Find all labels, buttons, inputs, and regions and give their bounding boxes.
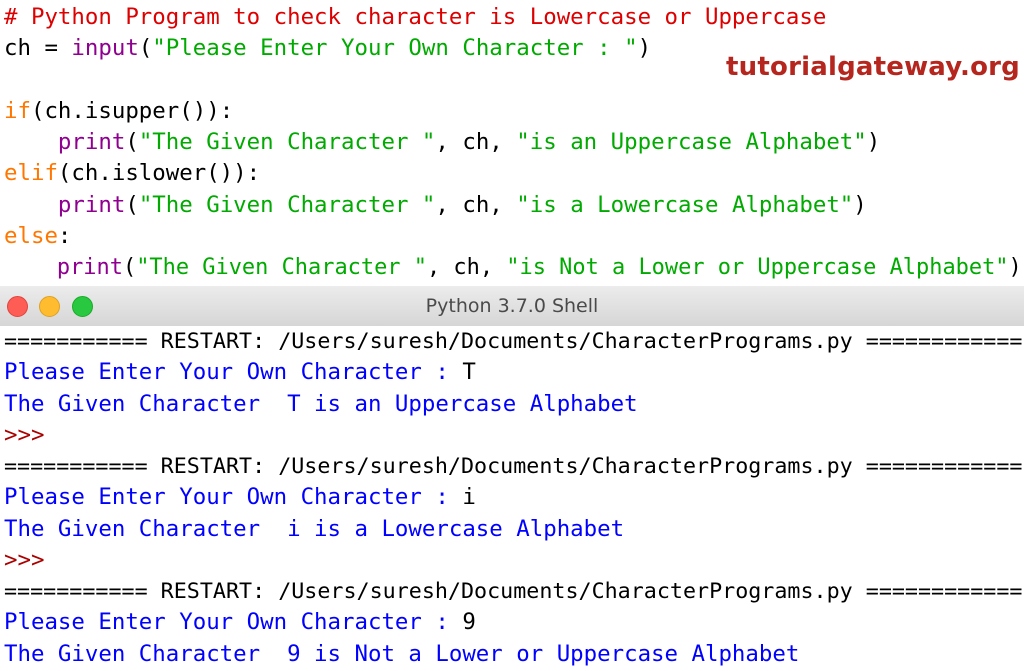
restart-banner: =========== RESTART: /Users/suresh/Docum… <box>4 579 1023 604</box>
output-line: The Given Character T is an Uppercase Al… <box>4 391 638 417</box>
input-prompt-line: Please Enter Your Own Character : 9 <box>4 607 476 638</box>
code-string: "Please Enter Your Own Character : " <box>152 35 638 61</box>
code-paren: ) <box>866 129 881 155</box>
output-line: The Given Character i is a Lowercase Alp… <box>4 516 625 542</box>
code-string: "is a Lowercase Alphabet" <box>516 192 854 218</box>
output-line: The Given Character 9 is Not a Lower or … <box>4 641 800 667</box>
code-line-else: else: <box>4 221 71 252</box>
code-line-print-upper: print("The Given Character ", ch, "is an… <box>4 127 880 158</box>
prompt-text: Please Enter Your Own Character : <box>4 359 463 385</box>
prompt-text: Please Enter Your Own Character : <box>4 484 463 510</box>
user-input: 9 <box>462 609 476 635</box>
code-string: "is Not a Lower or Uppercase Alphabet" <box>506 255 1009 280</box>
code-string: "The Given Character " <box>138 192 436 218</box>
code-builtin: input <box>71 35 139 61</box>
code-string: "The Given Character " <box>136 255 427 280</box>
code-line-if: if(ch.isupper()): <box>4 96 233 127</box>
code-paren: ) <box>853 192 867 218</box>
input-prompt-line: Please Enter Your Own Character : T <box>4 357 476 388</box>
code-line-comment: # Python Program to check character is L… <box>4 2 826 33</box>
code-line-input: ch = input("Please Enter Your Own Charac… <box>4 33 651 64</box>
shell-prompt: >>> <box>4 547 45 573</box>
shell-output-area[interactable]: =========== RESTART: /Users/suresh/Docum… <box>0 326 1024 671</box>
code-paren: ( <box>125 129 139 155</box>
comment-text: # Python Program to check character is L… <box>4 4 827 30</box>
prompt-text: Please Enter Your Own Character : <box>4 609 463 635</box>
code-builtin: print <box>56 255 123 280</box>
shell-prompt: >>> <box>4 422 45 448</box>
code-builtin: print <box>57 192 126 218</box>
code-text: , ch, <box>435 192 517 218</box>
code-line-elif: elif(ch.islower()): <box>4 158 260 189</box>
shell-title-bar[interactable]: Python 3.7.0 Shell <box>0 286 1024 327</box>
code-paren: ( <box>125 192 139 218</box>
user-input: i <box>462 484 476 510</box>
code-string: "is an Uppercase Alphabet" <box>516 129 867 155</box>
code-var: ch = <box>4 35 72 61</box>
code-builtin: print <box>57 129 126 155</box>
code-keyword: if <box>4 98 31 124</box>
code-paren: ) <box>1008 255 1022 280</box>
restart-banner: =========== RESTART: /Users/suresh/Docum… <box>4 454 1023 479</box>
restart-banner: =========== RESTART: /Users/suresh/Docum… <box>4 329 1023 354</box>
code-line-print-lower: print("The Given Character ", ch, "is a … <box>4 190 867 221</box>
code-keyword: else <box>4 223 58 249</box>
code-editor[interactable]: # Python Program to check character is L… <box>0 0 1024 286</box>
code-paren: ) <box>637 35 652 61</box>
code-text: (ch.isupper()): <box>30 98 234 124</box>
code-paren: ( <box>138 35 153 61</box>
code-paren: ( <box>122 255 137 280</box>
code-text: (ch.islower()): <box>57 160 261 186</box>
user-input: T <box>462 359 476 385</box>
window-title: Python 3.7.0 Shell <box>425 295 599 317</box>
input-prompt-line: Please Enter Your Own Character : i <box>4 482 476 513</box>
watermark-logo: tutorialgateway.org <box>726 52 1020 82</box>
code-text: : <box>57 223 72 249</box>
code-text: , ch, <box>426 255 507 280</box>
code-string: "The Given Character " <box>138 129 436 155</box>
code-line-print-other: print("The Given Character ", ch, "is No… <box>4 252 1022 283</box>
code-keyword: elif <box>4 160 58 186</box>
code-text: , ch, <box>435 129 517 155</box>
